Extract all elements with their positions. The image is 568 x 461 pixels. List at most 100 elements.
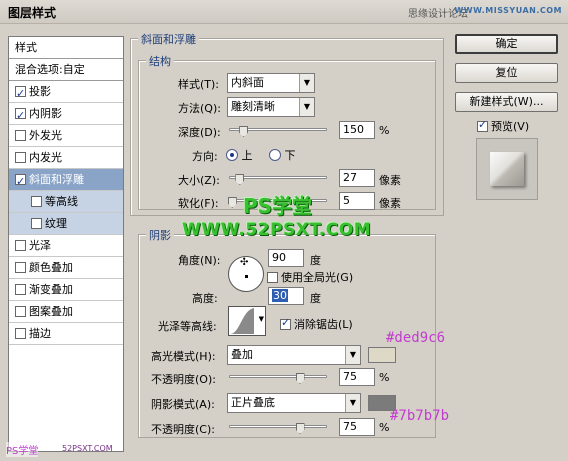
contour-curve-icon xyxy=(230,308,254,334)
shadow-opacity-unit: % xyxy=(379,421,390,434)
gloss-contour-picker[interactable]: ▼ xyxy=(228,306,266,336)
checkbox-checked-icon[interactable] xyxy=(477,118,488,132)
angle-dial-center xyxy=(245,275,248,278)
shadow-opacity-slider[interactable] xyxy=(229,425,327,428)
style-select[interactable]: 内斜面 ▼ xyxy=(227,73,315,93)
checkbox-unchecked-icon[interactable] xyxy=(15,152,26,163)
highlight-opacity-input[interactable]: 75 xyxy=(339,368,375,386)
shadow-opacity-input[interactable]: 75 xyxy=(339,418,375,436)
angle-dial[interactable]: ✣ xyxy=(228,256,264,292)
ok-button[interactable]: 确定 xyxy=(455,34,558,54)
style-item[interactable]: 等高线 xyxy=(9,191,123,213)
style-item-label: 渐变叠加 xyxy=(29,283,73,296)
direction-up-option[interactable]: 上 xyxy=(226,147,253,163)
style-item[interactable]: 斜面和浮雕 xyxy=(9,169,123,192)
gloss-contour-label: 光泽等高线: xyxy=(158,320,217,333)
style-item[interactable]: 内发光 xyxy=(9,147,123,169)
blend-options-item[interactable]: 混合选项:自定 xyxy=(9,59,123,81)
style-item[interactable]: 光泽 xyxy=(9,235,123,257)
checkbox-checked-icon[interactable] xyxy=(15,105,26,126)
altitude-input[interactable]: 30 xyxy=(268,287,304,305)
technique-select-value: 雕刻清晰 xyxy=(231,100,275,113)
direction-label: 方向: xyxy=(192,150,218,163)
style-label: 样式(T): xyxy=(178,78,220,91)
chevron-down-icon: ▼ xyxy=(258,315,264,323)
angle-input[interactable]: 90 xyxy=(268,249,304,267)
checkbox-unchecked-icon[interactable] xyxy=(15,328,26,339)
reset-button[interactable]: 复位 xyxy=(455,63,558,83)
styles-list: 样式 混合选项:自定 投影内阴影外发光内发光斜面和浮雕等高线纹理光泽颜色叠加渐变… xyxy=(8,36,124,452)
size-unit: 像素 xyxy=(379,174,401,187)
style-select-value: 内斜面 xyxy=(231,76,264,89)
chevron-down-icon: ▼ xyxy=(345,394,360,412)
checkbox-checked-icon[interactable] xyxy=(15,83,26,104)
checkbox-checked-icon[interactable] xyxy=(280,316,291,330)
angle-unit: 度 xyxy=(310,254,321,267)
style-item[interactable]: 外发光 xyxy=(9,125,123,147)
style-item-label: 图案叠加 xyxy=(29,305,73,318)
checkbox-unchecked-icon[interactable] xyxy=(15,240,26,251)
style-item-label: 等高线 xyxy=(45,195,78,208)
preview-box xyxy=(476,138,538,200)
shadow-hex-annotation: #7b7b7b xyxy=(390,408,450,424)
new-style-button[interactable]: 新建样式(W)... xyxy=(455,92,558,112)
style-item-label: 内阴影 xyxy=(29,107,62,120)
style-item[interactable]: 渐变叠加 xyxy=(9,279,123,301)
preview-option[interactable]: 预览(V) xyxy=(477,118,529,134)
chevron-down-icon: ▼ xyxy=(345,346,360,364)
checkbox-unchecked-icon[interactable] xyxy=(15,306,26,317)
shadow-opacity-label: 不透明度(C): xyxy=(151,423,215,436)
highlight-mode-select[interactable]: 叠加 ▼ xyxy=(227,345,361,365)
anti-alias-option[interactable]: 消除锯齿(L) xyxy=(280,316,353,332)
style-item[interactable]: 内阴影 xyxy=(9,103,123,126)
style-item-label: 光泽 xyxy=(29,239,51,252)
checkbox-unchecked-icon[interactable] xyxy=(15,284,26,295)
style-item-label: 内发光 xyxy=(29,151,62,164)
highlight-opacity-slider[interactable] xyxy=(229,375,327,378)
angle-label: 角度(N): xyxy=(178,254,221,267)
highlight-color-swatch[interactable] xyxy=(368,347,396,363)
checkbox-checked-icon[interactable] xyxy=(15,171,26,192)
depth-input[interactable]: 150 xyxy=(339,121,375,139)
altitude-label: 高度: xyxy=(192,292,218,305)
technique-label: 方法(Q): xyxy=(178,102,221,115)
watermark-forum-site: WWW.MISSYUAN.COM xyxy=(454,6,562,15)
shading-title: 阴影 xyxy=(146,227,174,243)
soften-unit: 像素 xyxy=(379,197,401,210)
depth-label: 深度(D): xyxy=(178,126,221,139)
style-item-label: 描边 xyxy=(29,327,51,340)
chevron-down-icon: ▼ xyxy=(299,74,314,92)
style-item[interactable]: 颜色叠加 xyxy=(9,257,123,279)
size-input[interactable]: 27 xyxy=(339,169,375,187)
title-bar: 图层样式 思缘设计论坛 WWW.MISSYUAN.COM xyxy=(0,0,568,24)
technique-select[interactable]: 雕刻清晰 ▼ xyxy=(227,97,315,117)
radio-checked-icon[interactable] xyxy=(226,149,238,161)
radio-unchecked-icon[interactable] xyxy=(269,149,281,161)
soften-input[interactable]: 5 xyxy=(339,192,375,210)
checkbox-unchecked-icon[interactable] xyxy=(31,218,42,229)
styles-header[interactable]: 样式 xyxy=(9,37,123,59)
highlight-opacity-unit: % xyxy=(379,371,390,384)
style-item[interactable]: 图案叠加 xyxy=(9,301,123,323)
direction-down-option[interactable]: 下 xyxy=(269,147,296,163)
crosshair-icon: ✣ xyxy=(240,257,249,268)
bevel-emboss-title: 斜面和浮雕 xyxy=(138,31,199,47)
style-item-label: 颜色叠加 xyxy=(29,261,73,274)
direction-up-label: 上 xyxy=(241,149,253,162)
checkbox-unchecked-icon[interactable] xyxy=(15,262,26,273)
style-item-label: 外发光 xyxy=(29,129,62,142)
ps-bottom-watermark: PS学堂 xyxy=(6,442,39,457)
style-item[interactable]: 投影 xyxy=(9,81,123,104)
dialog-title: 图层样式 xyxy=(8,6,57,20)
style-item[interactable]: 描边 xyxy=(9,323,123,345)
checkbox-unchecked-icon[interactable] xyxy=(267,272,278,283)
ps-watermark: PS学堂 xyxy=(243,194,313,218)
altitude-input-value: 30 xyxy=(272,289,288,302)
global-light-option[interactable]: 使用全局光(G) xyxy=(267,269,353,285)
checkbox-unchecked-icon[interactable] xyxy=(31,196,42,207)
style-item[interactable]: 纹理 xyxy=(9,213,123,235)
shadow-mode-select[interactable]: 正片叠底 ▼ xyxy=(227,393,361,413)
anti-alias-label: 消除锯齿(L) xyxy=(294,318,353,331)
checkbox-unchecked-icon[interactable] xyxy=(15,130,26,141)
shadow-mode-label: 阴影模式(A): xyxy=(151,398,215,411)
